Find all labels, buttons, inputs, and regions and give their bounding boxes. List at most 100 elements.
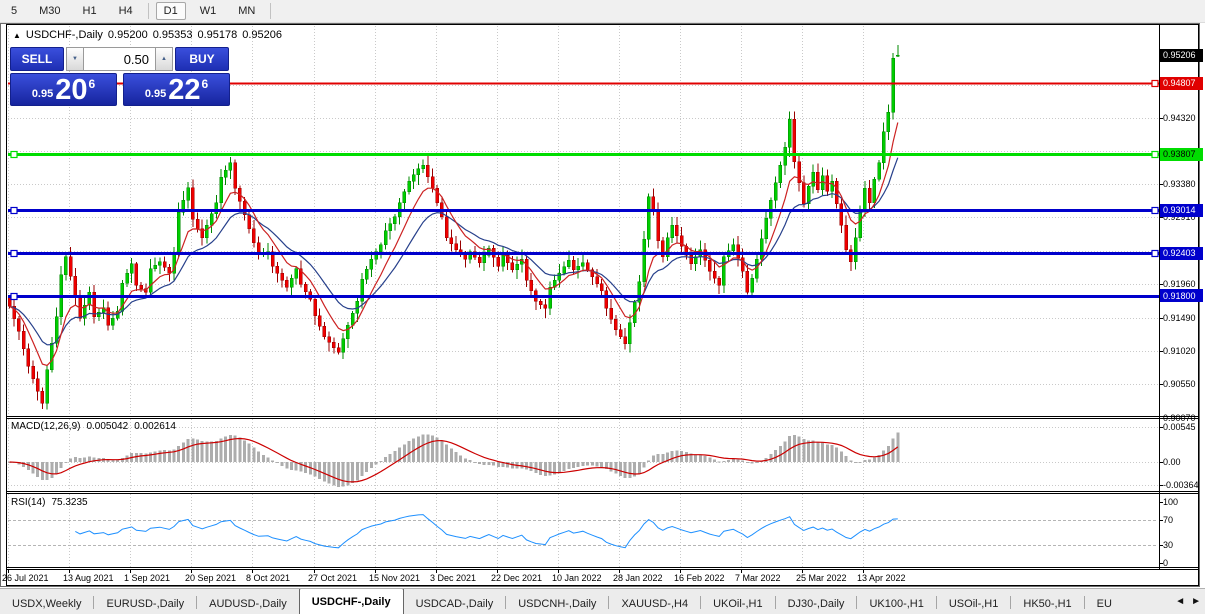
macd-bar: [473, 462, 477, 463]
candle-body: [280, 272, 284, 281]
chart-tab-ukoil-h1[interactable]: UKOil-,H1: [701, 593, 775, 614]
macd-bar: [863, 460, 867, 462]
macd-bar: [257, 451, 261, 462]
buy-button[interactable]: BUY: [175, 47, 229, 71]
chart-tab-usdx-weekly[interactable]: USDX,Weekly: [0, 593, 93, 614]
macd-bar: [835, 447, 839, 462]
ohlc-open: 0.95200: [107, 29, 148, 41]
chart-tab-usoil-h1[interactable]: USOil-,H1: [937, 593, 1011, 614]
line-drag-handle[interactable]: [10, 292, 18, 301]
chart-tab-usdchf-daily[interactable]: USDCHF-,Daily: [298, 589, 404, 614]
volume-decrease-button[interactable]: ▼: [66, 47, 84, 71]
tab-scroll-right-icon[interactable]: ►: [1191, 596, 1201, 607]
candle-body: [26, 348, 31, 367]
sell-button[interactable]: SELL: [10, 47, 64, 71]
candle-body: [731, 244, 736, 252]
candle-body: [205, 224, 209, 239]
candle-body: [327, 336, 331, 343]
line-drag-handle[interactable]: [10, 150, 18, 159]
chart-tab-dj30-daily[interactable]: DJ30-,Daily: [776, 593, 857, 614]
macd-bar: [534, 462, 538, 474]
macd-bar: [78, 457, 82, 462]
date-axis-label: 25 Mar 2022: [796, 573, 847, 583]
candle-body: [332, 342, 336, 349]
macd-bar: [858, 462, 862, 463]
line-drag-handle[interactable]: [1151, 249, 1159, 258]
macd-bar: [750, 462, 754, 464]
collapse-arrow-icon[interactable]: ▲: [13, 31, 21, 40]
rsi-label: RSI(14) 75.3235: [11, 497, 88, 508]
macd-bar: [468, 460, 472, 462]
chart-tab-xauusd-h4[interactable]: XAUUSD-,H4: [609, 593, 700, 614]
candle-body: [17, 318, 21, 332]
date-axis-label: 13 Apr 2022: [857, 573, 906, 583]
macd-bar: [774, 450, 778, 462]
line-drag-handle[interactable]: [10, 206, 18, 215]
line-drag-handle[interactable]: [1151, 79, 1159, 88]
candle-body: [773, 182, 778, 201]
chart-tab-usdcnh-daily[interactable]: USDCNH-,Daily: [506, 593, 608, 614]
chart-title: ▲ USDCHF-,Daily 0.95200 0.95353 0.95178 …: [13, 29, 282, 41]
macd-bar: [825, 444, 829, 462]
rsi-axis-label: 30: [1163, 539, 1174, 550]
macd-bar: [478, 462, 481, 464]
macd-bar: [45, 462, 49, 481]
candle-body: [510, 262, 515, 270]
macd-bar: [849, 460, 853, 462]
macd-bar: [637, 462, 641, 474]
sell-price-box[interactable]: 0.95 20 6: [10, 73, 117, 106]
line-drag-handle[interactable]: [1151, 150, 1159, 159]
candle-body: [68, 256, 73, 277]
macd-bar: [703, 455, 707, 462]
macd-bar: [713, 459, 716, 462]
macd-bar: [600, 462, 604, 468]
line-drag-handle[interactable]: [10, 249, 18, 258]
chart-tab-overflow[interactable]: EU: [1085, 593, 1124, 614]
current-price-axis-box: 0.95206: [1160, 48, 1203, 62]
price-axis-label: 0.91490: [1163, 312, 1196, 323]
macd-bar: [416, 436, 420, 462]
chart-tab-eurusd-daily[interactable]: EURUSD-,Daily: [94, 593, 196, 614]
macd-bar: [520, 462, 524, 469]
macd-bar: [769, 454, 773, 462]
candle-body: [379, 244, 383, 253]
level-price-axis-box: 0.92403: [1160, 246, 1203, 260]
macd-bar: [722, 460, 726, 462]
line-drag-handle[interactable]: [1151, 206, 1159, 215]
rsi-name: RSI(14): [11, 497, 46, 508]
rsi-axis-label: 70: [1163, 515, 1174, 526]
buy-price-box[interactable]: 0.95 22 6: [123, 73, 230, 106]
window-outer-frame: [0, 23, 1200, 587]
candle-body: [745, 270, 750, 293]
macd-bar: [243, 440, 246, 462]
candle-body: [364, 269, 369, 280]
candle-body: [45, 369, 49, 404]
price-axis-label: 0.91960: [1163, 279, 1196, 290]
tab-scroll-left-icon[interactable]: ◄: [1175, 596, 1185, 607]
candle-body: [463, 254, 468, 260]
macd-bar: [882, 450, 886, 462]
candle-body: [40, 390, 45, 404]
macd-bar: [567, 462, 571, 470]
chart-tab-usdcad-daily[interactable]: USDCAD-,Daily: [404, 593, 506, 614]
candle-body: [195, 219, 200, 229]
candle-body: [576, 265, 580, 270]
macd-bar: [55, 462, 58, 475]
macd-bar: [186, 438, 190, 462]
sell-price-prefix: 0.95: [31, 88, 54, 100]
candle-body: [167, 267, 172, 274]
candle-body: [609, 308, 613, 320]
macd-bar: [647, 460, 651, 462]
macd-bar: [844, 456, 848, 462]
chart-tab-hk50-h1[interactable]: HK50-,H1: [1011, 593, 1083, 614]
volume-input[interactable]: 0.50: [84, 47, 155, 71]
candle-body: [383, 230, 388, 246]
ohlc-close: 0.95206: [242, 29, 282, 41]
macd-bar: [149, 452, 152, 462]
macd-bar: [651, 455, 655, 462]
level-price-axis-box: 0.91800: [1160, 289, 1203, 303]
chart-tab-audusd-daily[interactable]: AUDUSD-,Daily: [197, 593, 299, 614]
candle-body: [595, 276, 599, 284]
volume-increase-button[interactable]: ▲: [155, 47, 173, 71]
chart-tab-uk100-h1[interactable]: UK100-,H1: [857, 593, 935, 614]
